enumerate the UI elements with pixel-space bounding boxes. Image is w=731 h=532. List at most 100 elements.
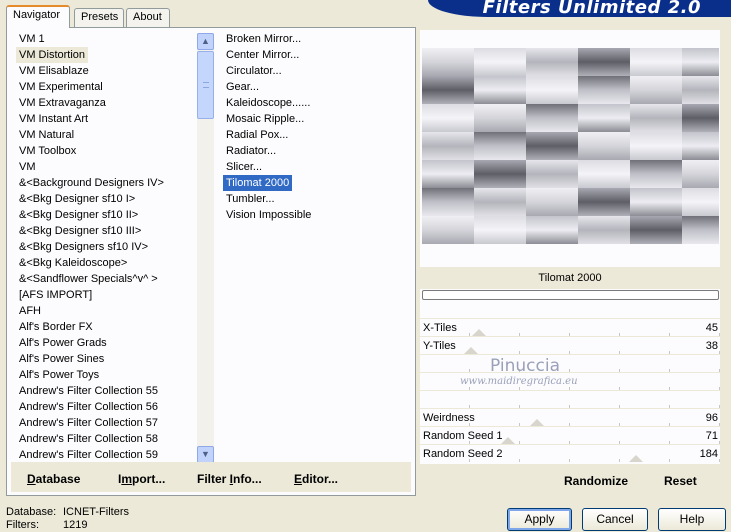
category-item[interactable]: Andrew's Filter Collection 55 bbox=[16, 383, 195, 399]
category-item[interactable]: Alf's Border FX bbox=[16, 319, 195, 335]
preview-tile bbox=[526, 48, 578, 76]
category-item[interactable]: VM bbox=[16, 159, 195, 175]
slider-thumb[interactable] bbox=[628, 455, 643, 462]
preview-tile bbox=[682, 48, 719, 76]
navigator-button-bar: Database Import... Filter Info... Editor… bbox=[11, 462, 411, 492]
category-item[interactable]: VM Instant Art bbox=[16, 111, 195, 127]
filter-item[interactable]: Radial Pox... bbox=[223, 127, 413, 143]
apply-button[interactable]: Apply bbox=[507, 508, 572, 531]
preview-tile bbox=[630, 132, 682, 160]
filter-item[interactable]: Broken Mirror... bbox=[223, 31, 413, 47]
preview-tile bbox=[422, 188, 474, 216]
preview-tile bbox=[526, 160, 578, 188]
category-item[interactable]: Andrew's Filter Collection 58 bbox=[16, 431, 195, 447]
tab-navigator[interactable]: Navigator bbox=[6, 5, 70, 28]
slider-row[interactable]: Y-Tiles 38 bbox=[420, 336, 720, 354]
navigator-panel: VM 1 VM Distortion VM Elisablaze VM Experim… bbox=[6, 27, 416, 496]
category-item[interactable]: &<Sandflower Specials^v^ > bbox=[16, 271, 195, 287]
filter-item[interactable]: Gear... bbox=[223, 79, 413, 95]
reset-button[interactable]: Reset bbox=[664, 474, 697, 488]
import-button[interactable]: Import... bbox=[118, 472, 165, 486]
category-item[interactable]: AFH bbox=[16, 303, 195, 319]
chevron-down-icon[interactable]: ▼ bbox=[197, 446, 214, 463]
tab-about[interactable]: About bbox=[126, 8, 170, 27]
category-item[interactable]: &<Bkg Kaleidoscope> bbox=[16, 255, 195, 271]
category-item[interactable]: VM Toolbox bbox=[16, 143, 195, 159]
slider-row[interactable]: X-Tiles 45 bbox=[420, 318, 720, 336]
preview-tile bbox=[578, 188, 630, 216]
category-item[interactable]: VM Natural bbox=[16, 127, 195, 143]
cancel-button[interactable]: Cancel bbox=[582, 508, 648, 531]
filter-item[interactable]: Tilomat 2000 bbox=[223, 175, 293, 191]
filter-item[interactable]: Radiator... bbox=[223, 143, 413, 159]
filter-item[interactable]: Center Mirror... bbox=[223, 47, 413, 63]
filter-item[interactable]: Kaleidoscope...... bbox=[223, 95, 413, 111]
slider-value: 45 bbox=[705, 322, 718, 334]
category-item[interactable]: [AFS IMPORT] bbox=[16, 287, 195, 303]
category-item[interactable]: &<Bkg Designer sf10 II> bbox=[16, 207, 195, 223]
slider-value: 38 bbox=[705, 340, 718, 352]
slider-thumb[interactable] bbox=[501, 437, 516, 444]
editor-button[interactable]: Editor... bbox=[294, 472, 338, 486]
category-item[interactable]: VM Distortion bbox=[16, 47, 89, 63]
slider-row[interactable]: Random Seed 1 71 bbox=[420, 426, 720, 444]
tab-presets[interactable]: Presets bbox=[74, 8, 124, 27]
preview-tile bbox=[682, 132, 719, 160]
category-item[interactable]: &<Background Designers IV> bbox=[16, 175, 195, 191]
chevron-up-icon[interactable]: ▲ bbox=[197, 33, 214, 50]
preview-tile bbox=[422, 48, 474, 76]
filter-list[interactable]: Broken Mirror... Center Mirror... Circulat… bbox=[223, 31, 413, 461]
watermark-title: Pinuccia bbox=[490, 356, 560, 376]
preview-tile bbox=[474, 76, 526, 104]
slider-row[interactable]: Weirdness 96 bbox=[420, 408, 720, 426]
preview-tile bbox=[422, 132, 474, 160]
preview-tile bbox=[682, 188, 719, 216]
slider-thumb[interactable] bbox=[463, 347, 478, 354]
category-item[interactable]: Alf's Power Sines bbox=[16, 351, 195, 367]
category-scrollbar[interactable]: ▲ ▼ bbox=[197, 33, 214, 463]
filter-item[interactable]: Slicer... bbox=[223, 159, 413, 175]
category-item[interactable]: Alf's Power Toys bbox=[16, 367, 195, 383]
preview-tile bbox=[630, 188, 682, 216]
preview-tile bbox=[682, 160, 719, 188]
preview-tile bbox=[630, 104, 682, 132]
app-title: Filters Unlimited 2.0 bbox=[482, 0, 701, 17]
slider-row[interactable]: Random Seed 2 184 bbox=[420, 444, 720, 462]
filter-item[interactable]: Vision Impossible bbox=[223, 207, 413, 223]
category-item[interactable]: VM Experimental bbox=[16, 79, 195, 95]
watermark-subtitle: www.maidiregrafica.eu bbox=[460, 376, 578, 387]
slider-label: Y-Tiles bbox=[423, 340, 456, 352]
preview-tile bbox=[526, 216, 578, 244]
category-item[interactable]: &<Bkg Designers sf10 IV> bbox=[16, 239, 195, 255]
category-item[interactable]: Andrew's Filter Collection 59 bbox=[16, 447, 195, 461]
slider-row bbox=[420, 390, 720, 408]
category-item[interactable]: Alf's Power Grads bbox=[16, 335, 195, 351]
progress-bar bbox=[422, 290, 719, 300]
filter-item[interactable]: Tumbler... bbox=[223, 191, 413, 207]
slider-thumb[interactable] bbox=[472, 329, 487, 336]
category-item[interactable]: Andrew's Filter Collection 56 bbox=[16, 399, 195, 415]
preview-tile bbox=[474, 104, 526, 132]
category-item[interactable]: &<Bkg Designer sf10 I> bbox=[16, 191, 195, 207]
preview-tile bbox=[630, 160, 682, 188]
category-list[interactable]: VM 1 VM Distortion VM Elisablaze VM Experim… bbox=[16, 31, 195, 461]
filter-info-button[interactable]: Filter Info... bbox=[197, 472, 262, 486]
help-button[interactable]: Help bbox=[658, 508, 726, 531]
randomize-button[interactable]: Randomize bbox=[564, 474, 628, 488]
controls-button-bar: Randomize Reset bbox=[420, 464, 720, 494]
preview-tile bbox=[630, 76, 682, 104]
preview-tile bbox=[578, 132, 630, 160]
slider-row bbox=[420, 354, 720, 372]
filter-item[interactable]: Circulator... bbox=[223, 63, 413, 79]
category-item[interactable]: Andrew's Filter Collection 57 bbox=[16, 415, 195, 431]
category-item[interactable]: &<Bkg Designer sf10 III> bbox=[16, 223, 195, 239]
filter-item[interactable]: Mosaic Ripple... bbox=[223, 111, 413, 127]
category-item[interactable]: VM Extravaganza bbox=[16, 95, 195, 111]
preview-tile bbox=[682, 216, 719, 244]
header-banner: Filters Unlimited 2.0 bbox=[428, 0, 731, 17]
category-item[interactable]: VM Elisablaze bbox=[16, 63, 195, 79]
slider-thumb[interactable] bbox=[530, 419, 545, 426]
database-button[interactable]: Database bbox=[27, 472, 80, 486]
category-item[interactable]: VM 1 bbox=[16, 31, 195, 47]
scrollbar-thumb[interactable] bbox=[197, 51, 214, 119]
